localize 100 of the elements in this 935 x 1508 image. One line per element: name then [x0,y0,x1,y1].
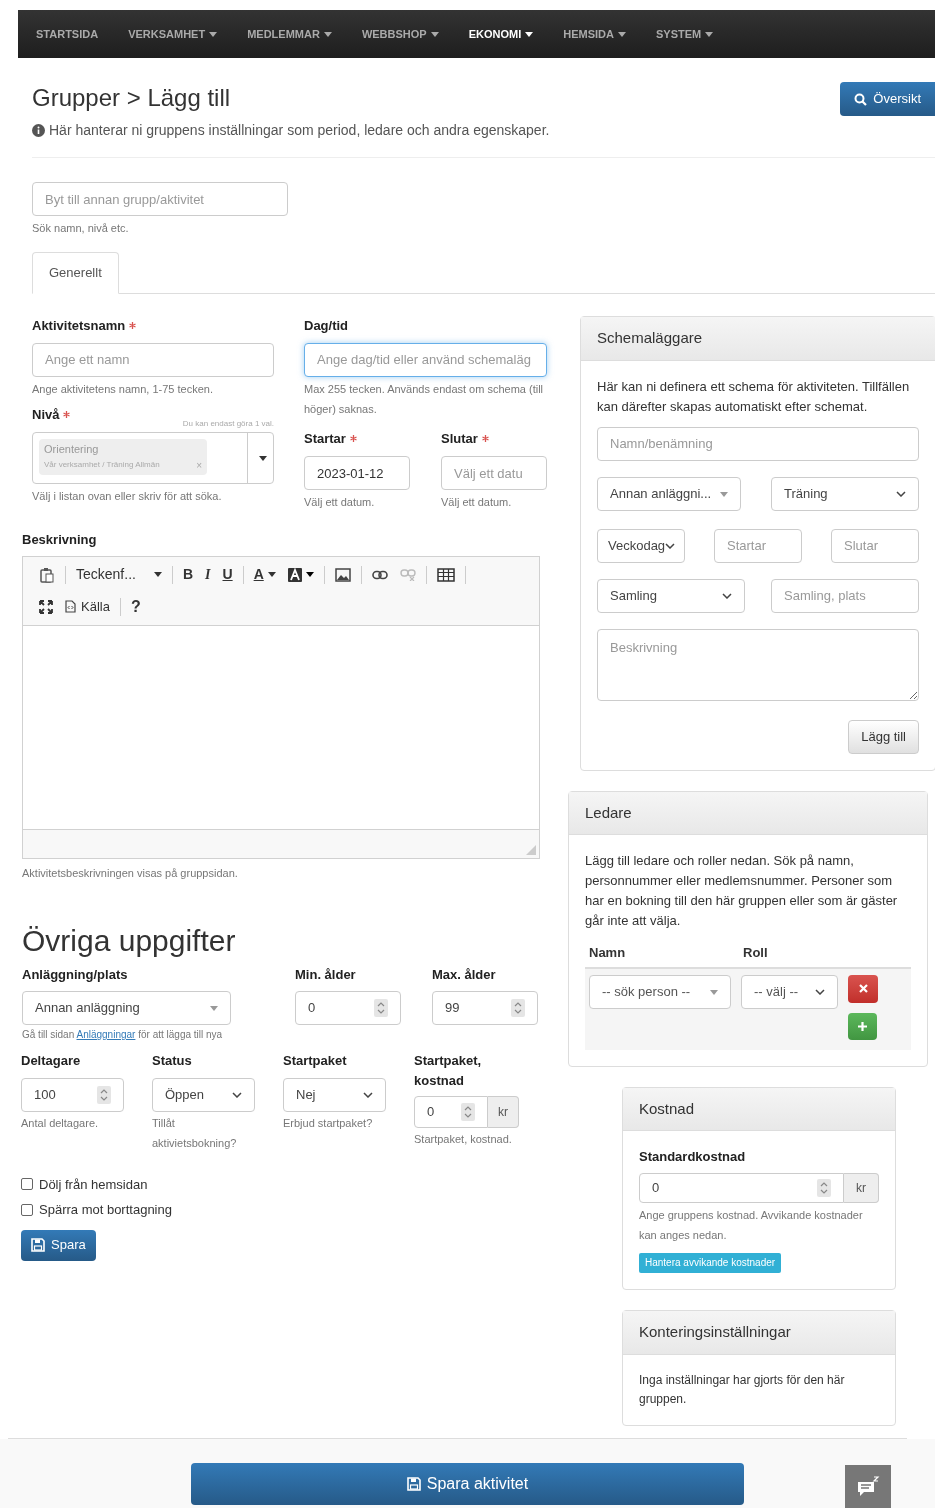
italic-button[interactable]: I [199,562,217,587]
chat-widget-button[interactable] [845,1465,891,1508]
input-field[interactable]: Samling, plats [771,578,919,613]
input-field[interactable]: Ange ett namn [32,342,274,377]
nav-link[interactable]: WEBBSHOP [361,25,439,43]
checkbox-label: Dölj från hemsidan [39,1175,148,1194]
field-label: Anläggning/plats [22,965,128,984]
field-label: Startar [304,429,346,448]
help-button[interactable]: ? [124,594,147,619]
input-field[interactable]: Byt till annan grupp/aktivitet [32,182,288,216]
add-row-button[interactable] [848,1012,877,1040]
checkbox[interactable] [21,1178,33,1191]
spinner-icon [461,1103,475,1121]
caret-icon [209,31,218,37]
nav-link[interactable]: SYSTEM [655,25,714,43]
select-dropdown[interactable]: Veckodag [597,528,685,563]
image-icon[interactable] [334,567,351,582]
select-dropdown[interactable]: Samling [597,578,745,613]
page-title: Grupper > Lägg till [32,84,232,112]
tab[interactable]: Generellt [32,252,119,294]
text-color-button[interactable]: A [247,562,282,587]
panel-description: Inga inställningar har gjorts för den här gruppen. [639,1371,846,1408]
document-icon [65,600,76,613]
field-label: Nivå [32,405,60,424]
rich-text-editor[interactable]: Teckenf... B I U A Källa ? [22,555,540,859]
column-header: Namn [589,944,627,962]
checkbox[interactable] [21,1203,33,1216]
help-text: Välj i listan ovan eller skriv för att söka. [32,489,223,504]
font-dropdown[interactable]: Teckenf... [70,562,168,587]
nav-link[interactable]: STARTSIDA [36,25,99,43]
input-field[interactable]: Startar [714,528,802,563]
nav-link[interactable]: VERKSAMHET [128,25,218,43]
field-label: Standardkostnad [639,1148,746,1166]
select-dropdown[interactable]: Annan anläggni... [597,476,741,511]
spinner-icon [817,1178,831,1197]
chevron-down-icon [815,988,825,995]
nav-link[interactable]: MEDLEMMAR [247,25,332,43]
chevron-down-icon [665,542,676,549]
help-text: Max 255 tecken. Används endast om schema (till höger) saknas. [304,381,545,417]
panel-header: Schemaläggare [581,317,935,361]
spinner-icon [374,999,388,1017]
select-dropdown[interactable]: Annan anläggning [22,991,231,1025]
page-description: Här hanterar ni gruppens inställningar som period, ledare och andra egenskaper. [49,121,550,140]
table-icon[interactable] [436,567,455,582]
maximize-icon[interactable] [39,599,53,614]
panel-header: Ledare [569,791,927,835]
select-dropdown[interactable]: -- välj -- [741,974,838,1009]
help-text: Ange aktivitetens namn, 1-75 tecken. [32,381,214,397]
chevron-down-icon [896,490,906,497]
select-dropdown[interactable]: -- sök person -- [589,974,731,1009]
description-textarea[interactable]: Beskrivning [597,628,919,701]
input-field[interactable]: Ange dag/tid eller använd schemaläg [304,342,547,377]
source-button[interactable]: Källa [59,596,116,617]
caret-icon [525,31,534,37]
save-activity-button[interactable]: Spara aktivitet [191,1463,744,1505]
add-button[interactable]: Lägg till [848,719,919,754]
link-icon[interactable] [371,569,388,580]
field-label: Deltagare [21,1052,81,1070]
save-button[interactable]: Spara [21,1229,96,1261]
nav-link[interactable]: EKONOMI [468,25,534,43]
overview-button[interactable]: Översikt [840,82,935,116]
tag-path: Vår verksamhet / Träning Allmän [44,459,160,471]
required-asterisk-icon [481,434,489,442]
facilities-link[interactable]: Anläggningar [76,1029,136,1040]
number-field[interactable]: 0 [639,1172,844,1203]
input-field[interactable]: Välj ett datu [441,456,547,490]
remove-button[interactable] [848,974,878,1003]
help-text: Aktivitetsbeskrivningen visas på gruppsidan. [22,865,239,881]
input-field[interactable]: 2023-01-12 [304,456,410,490]
help-text: Gå till sidan Anläggningar för att lägga till nya [22,1028,224,1042]
resize-handle-icon[interactable] [526,844,536,855]
chevron-down-icon [722,592,732,599]
select-dropdown[interactable]: Öppen [152,1077,255,1112]
help-text: Välj ett datum. [441,495,513,510]
field-label: Max. ålder [432,965,496,984]
bold-button[interactable]: B [176,562,200,587]
chevron-down-icon [363,1091,373,1098]
underline-button[interactable]: U [216,562,239,587]
plus-icon [858,1021,867,1031]
caret-icon [267,572,276,577]
caret-icon [705,31,714,37]
select-dropdown[interactable]: Träning [771,476,919,511]
checkbox-label: Spärra mot borttagning [39,1201,172,1219]
help-text: Antal deltagare. [21,1115,100,1131]
paste-icon[interactable] [39,566,55,583]
field-label: Min. ålder [295,965,356,984]
number-field[interactable]: 100 [21,1077,124,1112]
number-field[interactable]: 99 [432,991,538,1025]
number-field[interactable]: 0 [295,991,401,1025]
select-dropdown[interactable]: Nej [283,1077,386,1112]
number-field[interactable]: 0 [414,1096,488,1128]
nav-link[interactable]: HEMSIDA [563,25,626,43]
field-label: Slutar [441,429,478,448]
required-asterisk-icon [63,410,71,418]
caret-icon [720,491,728,497]
input-field[interactable]: Slutar [831,528,919,563]
close-icon [858,984,868,993]
input-field[interactable]: Namn/benämning [597,426,919,461]
help-text: Välj ett datum. [304,495,376,510]
required-asterisk-icon [129,322,137,330]
